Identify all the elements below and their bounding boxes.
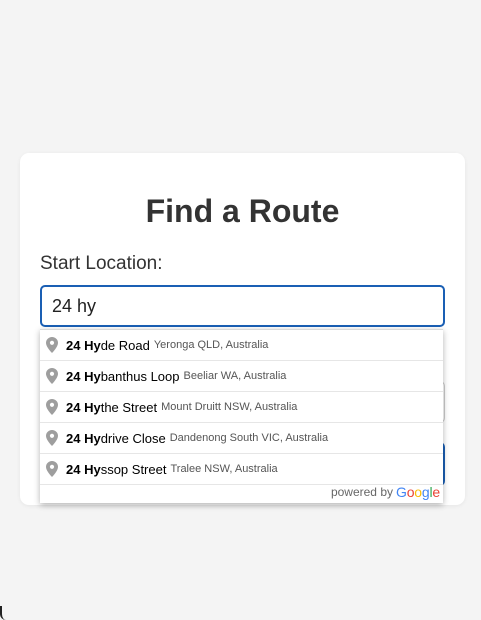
window-corner	[0, 606, 8, 620]
autocomplete-dropdown: 24 Hyde Road Yeronga QLD, Australia 24 H…	[40, 329, 443, 503]
map-pin-icon	[46, 430, 58, 446]
suggestion-item[interactable]: 24 Hyde Road Yeronga QLD, Australia	[40, 330, 443, 361]
page-title: Find a Route	[145, 193, 340, 229]
suggestion-item[interactable]: 24 Hyssop Street Tralee NSW, Australia	[40, 454, 443, 485]
suggestion-secondary: Dandenong South VIC, Australia	[169, 432, 329, 444]
google-logo: Google	[396, 484, 440, 500]
suggestion-match: 24 Hy	[66, 337, 101, 353]
suggestion-match: 24 Hy	[66, 430, 101, 446]
suggestion-secondary: Yeronga QLD, Australia	[153, 339, 269, 351]
suggestion-rest: the Street	[100, 399, 158, 415]
suggestion-secondary: Beeliar WA, Australia	[183, 370, 287, 382]
suggestion-secondary: Tralee NSW, Australia	[170, 463, 278, 475]
powered-by-text: powered by	[330, 485, 393, 499]
suggestion-item[interactable]: 24 Hydrive Close Dandenong South VIC, Au…	[40, 423, 443, 454]
suggestion-item[interactable]: 24 Hybanthus Loop Beeliar WA, Australia	[40, 361, 443, 392]
suggestion-rest: ssop Street	[100, 461, 167, 477]
map-pin-icon	[46, 337, 58, 353]
suggestion-rest: banthus Loop	[100, 368, 180, 384]
suggestion-match: 24 Hy	[66, 461, 101, 477]
google-logo-letter: e	[432, 484, 440, 500]
start-location-label: Start Location:	[40, 253, 163, 274]
suggestion-rest: drive Close	[100, 430, 166, 446]
start-location-input[interactable]	[40, 285, 445, 327]
map-pin-icon	[46, 461, 58, 477]
google-logo-letter: o	[414, 484, 422, 500]
suggestion-secondary: Mount Druitt NSW, Australia	[161, 401, 298, 413]
google-logo-letter: G	[396, 484, 407, 500]
suggestion-item[interactable]: 24 Hythe Street Mount Druitt NSW, Austra…	[40, 392, 443, 423]
map-pin-icon	[46, 368, 58, 384]
map-pin-icon	[46, 399, 58, 415]
suggestion-rest: de Road	[100, 337, 150, 353]
suggestion-match: 24 Hy	[66, 368, 101, 384]
powered-by-google: powered by Google	[331, 483, 440, 501]
suggestion-match: 24 Hy	[66, 399, 101, 415]
